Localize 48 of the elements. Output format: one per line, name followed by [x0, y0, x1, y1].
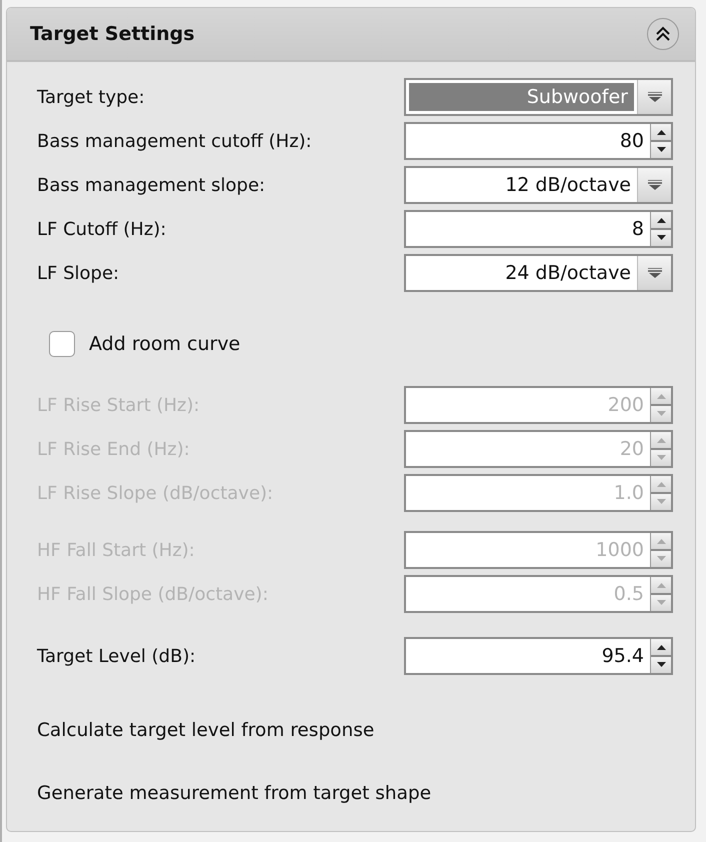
checkbox[interactable]	[49, 331, 75, 357]
up-arrow-icon	[656, 644, 666, 650]
up-arrow-icon	[656, 481, 666, 487]
increment-button[interactable]	[651, 212, 671, 228]
panel-title: Target Settings	[30, 23, 195, 45]
dropdown-field[interactable]: 12 dB/octave	[404, 166, 673, 204]
down-arrow-icon	[656, 455, 666, 461]
field-label: Target type:	[36, 86, 145, 108]
increment-button[interactable]	[651, 639, 671, 655]
increment-button[interactable]	[651, 124, 671, 140]
down-arrow-icon	[656, 147, 666, 153]
down-arrow-icon	[656, 499, 666, 505]
checkbox-label: Add room curve	[89, 333, 240, 355]
caret-icon	[648, 268, 662, 278]
collapse-button[interactable]	[647, 18, 679, 50]
dropdown-button[interactable]	[637, 80, 671, 114]
caret-icon	[648, 180, 662, 190]
field-label: LF Slope:	[36, 262, 120, 284]
spinner-field[interactable]: 80	[404, 122, 673, 160]
up-arrow-icon	[656, 217, 666, 223]
up-arrow-icon	[656, 129, 666, 135]
double-chevron-icon	[655, 26, 671, 42]
field-label: LF Cutoff (Hz):	[36, 218, 166, 240]
caret-icon	[648, 92, 662, 102]
up-arrow-icon	[656, 393, 666, 399]
decrement-button[interactable]	[651, 228, 671, 246]
field-value: Subwoofer	[409, 83, 634, 111]
decrement-button[interactable]	[651, 140, 671, 158]
spinner-field[interactable]: 8	[404, 210, 673, 248]
field-label: Target Level (dB):	[36, 646, 196, 666]
down-arrow-icon	[656, 662, 666, 668]
dropdown-button[interactable]	[637, 168, 671, 202]
down-arrow-icon	[656, 235, 666, 241]
up-arrow-icon	[656, 538, 666, 544]
dropdown-field[interactable]: 24 dB/octave	[404, 254, 673, 292]
action-link[interactable]: Generate measurement from target shape	[29, 783, 432, 804]
field-label: Bass management slope:	[36, 174, 266, 196]
down-arrow-icon	[656, 411, 666, 417]
up-arrow-icon	[656, 582, 666, 588]
down-arrow-icon	[656, 600, 666, 606]
dropdown-field[interactable]: Subwoofer	[404, 78, 673, 116]
down-arrow-icon	[656, 556, 666, 562]
field-label: Bass management cutoff (Hz):	[36, 130, 312, 152]
action-link[interactable]: Calculate target level from response	[29, 720, 374, 741]
spinner-field[interactable]: 95.4	[404, 637, 673, 675]
dropdown-button[interactable]	[637, 256, 671, 290]
up-arrow-icon	[656, 437, 666, 443]
decrement-button[interactable]	[651, 655, 671, 673]
